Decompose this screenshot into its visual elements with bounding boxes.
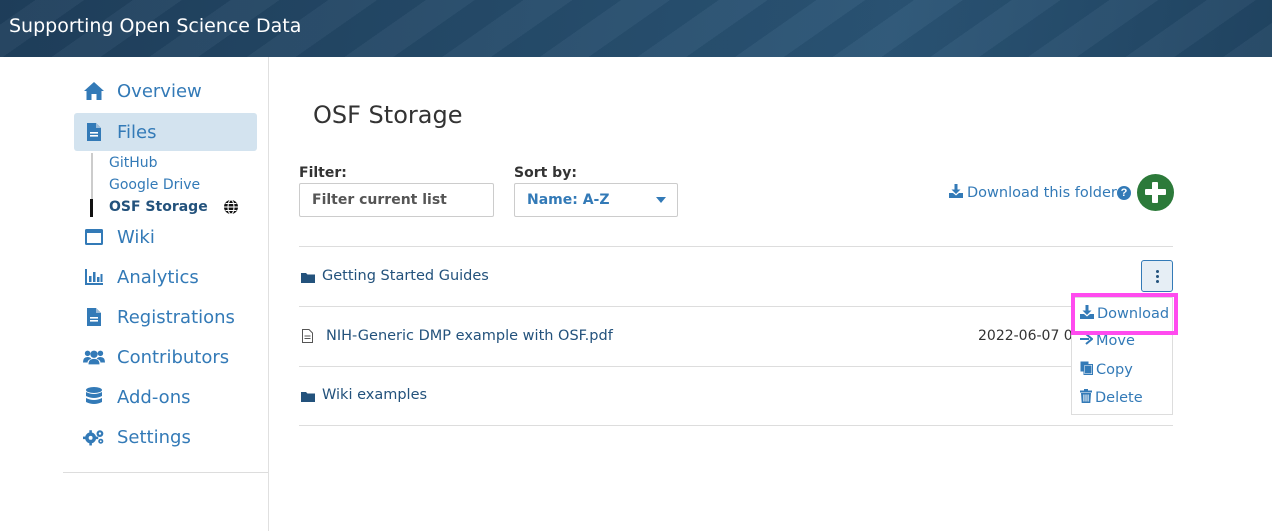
kebab-dot: [1155, 274, 1159, 278]
globe-icon: [223, 199, 239, 220]
sidebar-item-contributors[interactable]: Contributors: [74, 338, 257, 376]
file-name[interactable]: NIH-Generic DMP example with OSF.pdf: [326, 328, 613, 344]
highlight-box: [1071, 293, 1178, 335]
sidebar-item-label: Files: [117, 122, 157, 143]
download-folder-link[interactable]: Download this folder: [949, 184, 1117, 202]
row-actions-button[interactable]: [1141, 260, 1173, 292]
arrow-right-icon: [1080, 333, 1094, 349]
sidebar-item-label: Contributors: [117, 347, 230, 368]
folder-icon: [301, 270, 315, 288]
file-provider-google-drive[interactable]: Google Drive: [109, 177, 200, 193]
menu-item-label: Copy: [1096, 362, 1133, 378]
folder-icon: [301, 389, 315, 407]
trash-icon: [1080, 389, 1092, 407]
sidebar-divider: [268, 57, 269, 531]
users-icon: [83, 346, 105, 368]
sidebar-item-registrations[interactable]: Registrations: [74, 298, 257, 336]
sidebar-item-label: Overview: [117, 81, 202, 102]
divider: [299, 425, 1173, 426]
file-provider-github[interactable]: GitHub: [109, 155, 158, 171]
menu-item-label: Delete: [1095, 390, 1143, 406]
file-row[interactable]: Wiki examples: [299, 366, 1173, 425]
pdf-file-icon: [302, 329, 313, 348]
filter-input[interactable]: [299, 183, 494, 217]
sidebar-item-label: Add-ons: [117, 387, 191, 408]
file-provider-osf-storage[interactable]: OSF Storage: [109, 199, 208, 215]
caret-down-icon: [656, 197, 666, 203]
sidebar-item-label: Analytics: [117, 267, 199, 288]
add-file-button[interactable]: [1137, 174, 1174, 211]
page-title: OSF Storage: [313, 101, 463, 129]
sidebar-item-analytics[interactable]: Analytics: [74, 258, 257, 296]
file-provider-active-marker: [90, 199, 93, 217]
kebab-dot: [1155, 269, 1159, 273]
sidebar-item-label: Registrations: [117, 307, 235, 328]
sidebar-item-add-ons[interactable]: Add-ons: [74, 378, 257, 416]
project-title[interactable]: Supporting Open Science Data: [9, 15, 301, 37]
filter-label: Filter:: [299, 165, 347, 181]
kebab-dot: [1155, 279, 1159, 283]
file-row[interactable]: Getting Started Guides: [299, 247, 1173, 306]
file-row[interactable]: NIH-Generic DMP example with OSF.pdf 202…: [299, 307, 1173, 366]
database-icon: [83, 386, 105, 408]
gears-icon: [83, 426, 105, 448]
menu-item-copy[interactable]: Copy: [1080, 361, 1133, 379]
copy-icon: [1080, 361, 1093, 379]
help-icon[interactable]: ?: [1117, 186, 1131, 200]
download-folder-label: Download this folder: [967, 185, 1117, 201]
sidebar-item-overview[interactable]: Overview: [74, 72, 257, 110]
menu-item-move[interactable]: Move: [1080, 333, 1135, 349]
download-icon: [949, 184, 963, 202]
file-icon: [83, 306, 105, 328]
file-name[interactable]: Wiki examples: [322, 387, 427, 403]
file-icon: [83, 121, 105, 143]
sidebar-item-label: Wiki: [117, 227, 155, 248]
window-icon: [83, 226, 105, 248]
project-header: Supporting Open Science Data: [0, 0, 1272, 57]
sort-label: Sort by:: [514, 165, 577, 181]
file-modified-date: 2022-06-07 03: [978, 328, 1082, 344]
sidebar-item-wiki[interactable]: Wiki: [74, 218, 257, 256]
sort-select[interactable]: Name: A-Z: [514, 183, 678, 217]
sidebar-separator: [63, 472, 268, 473]
home-icon: [83, 80, 105, 102]
bar-chart-icon: [83, 266, 105, 288]
file-name[interactable]: Getting Started Guides: [322, 268, 489, 284]
sidebar-item-label: Settings: [117, 427, 191, 448]
sidebar-item-settings[interactable]: Settings: [74, 418, 257, 456]
sidebar-item-files[interactable]: Files: [74, 113, 257, 151]
menu-item-label: Move: [1096, 333, 1135, 349]
sort-selected-value: Name: A-Z: [527, 192, 610, 208]
menu-item-delete[interactable]: Delete: [1080, 389, 1143, 407]
